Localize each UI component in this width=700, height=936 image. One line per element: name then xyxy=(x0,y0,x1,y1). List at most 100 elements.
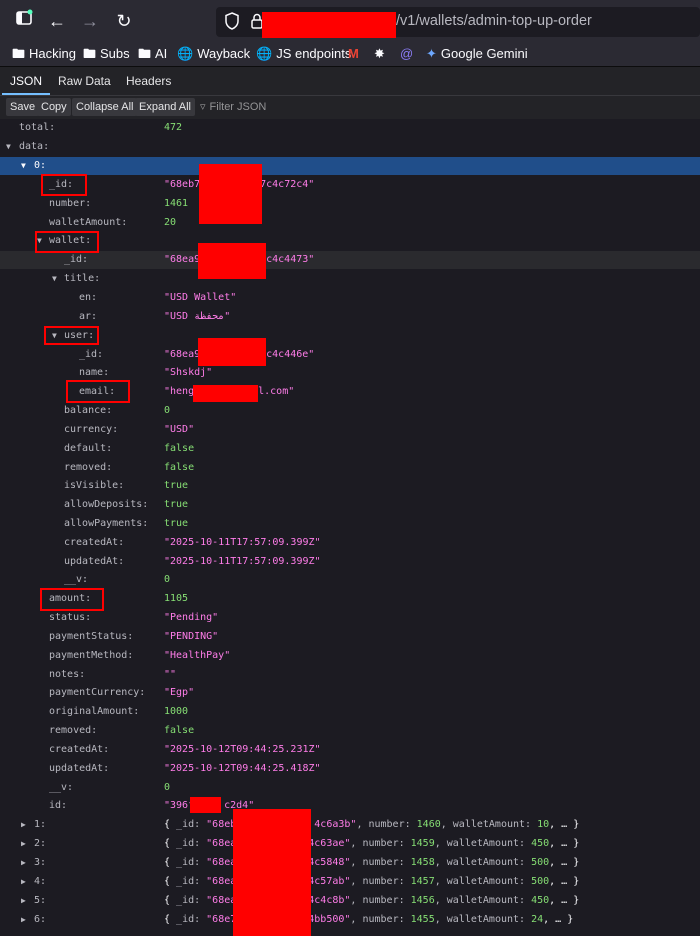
json-collapsed-preview: { _id: "68e7 4bb500", number: 1455, walle… xyxy=(164,911,573,929)
json-row-notes[interactable]: notes: "" xyxy=(0,666,700,684)
json-row-collapsed-item[interactable]: ▶ 2: { _id: "68ea 4c63ae", number: 1459, wa… xyxy=(0,835,700,853)
back-icon[interactable]: ← xyxy=(45,9,69,33)
json-row-data[interactable]: ▼ data: xyxy=(0,138,700,156)
json-row-wallet-updated-at[interactable]: updatedAt: "2025-10-11T17:57:09.399Z" xyxy=(0,553,700,571)
json-row-title-en[interactable]: en: "USD Wallet" xyxy=(0,289,700,307)
json-row-is-visible[interactable]: isVisible: true xyxy=(0,477,700,495)
json-row-title[interactable]: ▼ title: xyxy=(0,270,700,288)
json-row-total[interactable]: total: 472 xyxy=(0,119,700,137)
collapse-all-button[interactable]: Collapse All xyxy=(72,98,138,116)
json-key: walletAmount: xyxy=(49,217,128,228)
json-row-v[interactable]: __v: 0 xyxy=(0,779,700,797)
preview-number: 1457 xyxy=(410,876,435,887)
json-row-wallet-amount[interactable]: walletAmount: 20 xyxy=(0,214,700,232)
json-value: "HealthPay" xyxy=(164,650,231,661)
collapse-arrow-icon[interactable]: ▶ xyxy=(21,892,26,910)
json-row-wallet-id[interactable]: _id: "68ea9 c4c4473" xyxy=(0,251,700,269)
json-row-default[interactable]: default: false xyxy=(0,440,700,458)
tab-headers[interactable]: Headers xyxy=(118,67,179,94)
json-value: "" xyxy=(164,669,177,680)
json-row-currency[interactable]: currency: "USD" xyxy=(0,421,700,439)
json-row-wallet[interactable]: ▼ wallet: xyxy=(0,232,700,250)
bookmark-at[interactable]: @ xyxy=(400,45,413,63)
json-row-collapsed-item[interactable]: ▶ 6: { _id: "68e7 4bb500", number: 1455, wa… xyxy=(0,911,700,929)
json-row-payment-status[interactable]: paymentStatus: "PENDING" xyxy=(0,628,700,646)
json-row-item-0[interactable]: ▼ 0: xyxy=(0,157,700,175)
json-row-payment-currency[interactable]: paymentCurrency: "Egp" xyxy=(0,684,700,702)
collapse-arrow-icon[interactable]: ▶ xyxy=(21,816,26,834)
globe-icon: 🌐 xyxy=(256,46,273,61)
sidebar-toggle-icon[interactable] xyxy=(12,9,36,33)
preview-wallet-amount: 450 xyxy=(531,838,550,849)
json-row-user[interactable]: ▼ user: xyxy=(0,327,700,345)
url-bar[interactable]: /v1/wallets/admin-top-up-order xyxy=(216,7,700,38)
expand-arrow-icon[interactable]: ▼ xyxy=(6,138,11,156)
json-row-number[interactable]: number: 1461 xyxy=(0,195,700,213)
bookmark-gmail[interactable]: M xyxy=(348,45,359,63)
highlight-box-email xyxy=(66,380,130,403)
json-row-id[interactable]: _id: "68eb7 7c4c72c4" xyxy=(0,176,700,194)
bookmark-js-endpoints[interactable]: 🌐 JS endpoints xyxy=(256,45,351,63)
collapse-arrow-icon[interactable]: ▶ xyxy=(21,835,26,853)
collapse-arrow-icon[interactable]: ▶ xyxy=(21,854,26,872)
expand-all-button[interactable]: Expand All xyxy=(135,98,195,116)
forward-icon[interactable]: → xyxy=(78,9,102,33)
bookmark-folder-ai[interactable]: 🖿 AI xyxy=(138,45,167,63)
preview-key: , number: xyxy=(350,876,411,887)
bookmark-wayback[interactable]: 🌐 Wayback xyxy=(177,45,250,63)
gemini-icon: ✦ xyxy=(426,46,437,61)
json-row-amount[interactable]: amount: 1105 xyxy=(0,590,700,608)
tab-json[interactable]: JSON xyxy=(2,67,51,95)
json-row-collapsed-item[interactable]: ▶ 1: { _id: "68eb3 4c6a3b", number: 1460, w… xyxy=(0,816,700,834)
filter-input[interactable]: ▿ Filter JSON xyxy=(200,98,266,116)
json-row-title-ar[interactable]: ar: "USD محفظة" xyxy=(0,308,700,326)
collapse-arrow-icon[interactable]: ▶ xyxy=(21,873,26,891)
expand-arrow-icon[interactable]: ▼ xyxy=(21,157,26,175)
json-row-collapsed-item[interactable]: ▶ 5: { _id: "68ea 4c4c8b", number: 1456, wa… xyxy=(0,892,700,910)
preview-wallet-amount: 500 xyxy=(531,857,550,868)
json-key: updatedAt: xyxy=(49,763,110,774)
json-row-allow-deposits[interactable]: allowDeposits: true xyxy=(0,496,700,514)
reload-icon[interactable]: ↻ xyxy=(112,9,136,33)
json-row-collapsed-item[interactable]: ▶ 4: { _id: "68ea 4c57ab", number: 1457, wa… xyxy=(0,873,700,891)
bookmark-folder-hacking[interactable]: 🖿 Hacking xyxy=(12,45,76,63)
json-row-collapsed-item[interactable]: ▶ 3: { _id: "68ea 4c5848", number: 1458, wa… xyxy=(0,854,700,872)
bookmark-chatgpt[interactable]: ✸ xyxy=(374,45,385,63)
json-row-allow-payments[interactable]: allowPayments: true xyxy=(0,515,700,533)
json-row-user-id[interactable]: _id: "68ea9 7c4c446e" xyxy=(0,346,700,364)
json-key: originalAmount: xyxy=(49,706,140,717)
save-button[interactable]: Save xyxy=(6,98,40,116)
copy-button[interactable]: Copy xyxy=(37,98,71,116)
bookmark-folder-subs[interactable]: 🖿 Subs xyxy=(83,45,130,63)
collapse-arrow-icon[interactable]: ▶ xyxy=(21,911,26,929)
expand-arrow-icon[interactable]: ▼ xyxy=(52,270,57,288)
preview-id-start: "68ea xyxy=(206,857,237,868)
shield-icon[interactable] xyxy=(224,12,240,36)
preview-key: _id: xyxy=(176,857,207,868)
tab-raw-data[interactable]: Raw Data xyxy=(50,67,119,94)
preview-brace: { xyxy=(164,838,177,849)
json-row-updated-at[interactable]: updatedAt: "2025-10-12T09:44:25.418Z" xyxy=(0,760,700,778)
json-key: paymentCurrency: xyxy=(49,687,146,698)
preview-number: 1458 xyxy=(410,857,435,868)
json-collapsed-preview: { _id: "68ea 4c5848", number: 1458, walle… xyxy=(164,854,579,872)
preview-id-start: "68e7 xyxy=(206,914,237,925)
json-key: _id: xyxy=(64,254,89,265)
json-row-status[interactable]: status: "Pending" xyxy=(0,609,700,627)
json-row-payment-method[interactable]: paymentMethod: "HealthPay" xyxy=(0,647,700,665)
preview-number: 1460 xyxy=(416,819,441,830)
preview-id-end: 4c57ab" xyxy=(308,876,351,887)
json-row-item-removed[interactable]: removed: false xyxy=(0,722,700,740)
json-row-wallet-v[interactable]: __v: 0 xyxy=(0,571,700,589)
json-row-id-field[interactable]: id: "396f c2d4" xyxy=(0,797,700,815)
json-row-created-at[interactable]: createdAt: "2025-10-12T09:44:25.231Z" xyxy=(0,741,700,759)
redaction-box xyxy=(262,12,396,38)
folder-icon: 🖿 xyxy=(138,46,152,61)
preview-key: , number: xyxy=(350,895,411,906)
json-row-removed[interactable]: removed: false xyxy=(0,459,700,477)
preview-key: , walletAmount: xyxy=(434,914,532,925)
json-row-original-amount[interactable]: originalAmount: 1000 xyxy=(0,703,700,721)
bookmark-google-gemini[interactable]: ✦ Google Gemini xyxy=(426,45,528,63)
json-row-wallet-created-at[interactable]: createdAt: "2025-10-11T17:57:09.399Z" xyxy=(0,534,700,552)
json-row-balance[interactable]: balance: 0 xyxy=(0,402,700,420)
